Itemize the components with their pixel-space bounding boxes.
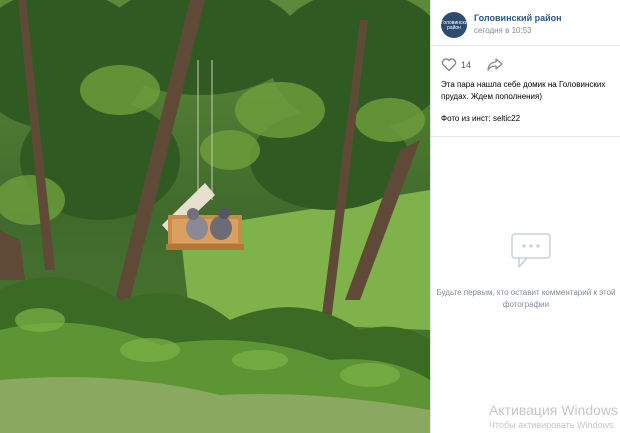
post-sidebar: Головинский район Головинский район сего… <box>430 0 620 433</box>
park-photo <box>0 0 430 433</box>
photo-credit: Фото из инст: seltic22 <box>441 114 521 123</box>
like-count: 14 <box>461 60 472 70</box>
photo-viewer[interactable] <box>0 0 430 433</box>
speech-bubble-icon <box>511 233 551 268</box>
post-header: Головинский район Головинский район сего… <box>431 0 620 46</box>
divider <box>431 136 620 137</box>
windows-activation-subtext: Чтобы активировать Windows <box>489 420 614 430</box>
heart-icon <box>441 58 457 72</box>
comments-empty-state <box>511 233 551 274</box>
share-arrow-icon <box>487 58 503 71</box>
post-time[interactable]: сегодня в 10:53 <box>474 26 532 35</box>
share-button[interactable] <box>487 58 503 76</box>
post-caption: Эта пара нашла себе домик на Головинских… <box>441 80 606 101</box>
group-avatar[interactable]: Головинский район <box>441 12 467 38</box>
group-name-link[interactable]: Головинский район <box>474 13 562 23</box>
avatar-label: Головинский район <box>441 20 467 31</box>
comments-empty-text: Будьте первым, кто оставит комментарий к… <box>436 288 616 309</box>
windows-activation-watermark: Активация Windows <box>489 402 619 418</box>
